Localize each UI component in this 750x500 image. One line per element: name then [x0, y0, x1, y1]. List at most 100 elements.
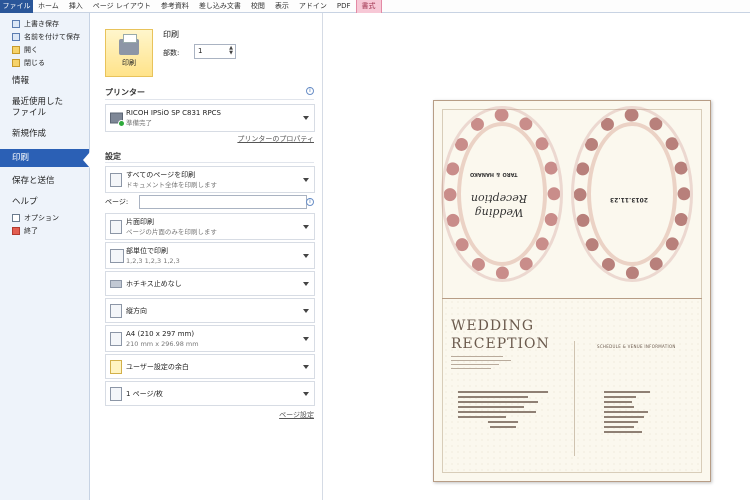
nav-options[interactable]: オプション: [0, 211, 89, 224]
printer-ready-icon: [118, 120, 125, 127]
heading-wedding: WEDDING: [451, 318, 535, 334]
paper-size-dropdown[interactable]: A4 (210 x 297 mm) 210 mm x 296.98 mm: [105, 325, 315, 352]
printer-divider: [105, 99, 314, 100]
collate-icon: [110, 248, 124, 263]
orientation-dropdown[interactable]: 縦方向: [105, 298, 315, 323]
print-preview-area: TARO ＆ HANAKO Wedding Reception 2013.11.…: [324, 13, 750, 500]
wedding-date: 2013.11.23: [610, 196, 648, 203]
schedule-text-lines: [604, 391, 654, 436]
exit-icon: [12, 226, 20, 235]
message-text-lines: [458, 391, 558, 431]
nav-save-send[interactable]: 保存と送信: [0, 173, 89, 190]
folder-close-icon: [12, 58, 20, 67]
nav-open[interactable]: 開く: [0, 43, 89, 56]
printer-info-icon[interactable]: i: [306, 87, 314, 95]
paper-size-sub: 210 mm x 296.98 mm: [126, 339, 199, 348]
tab-format[interactable]: 書式: [355, 0, 382, 13]
fold-line: [442, 298, 702, 299]
collate-sub: 1,2,3 1,2,3 1,2,3: [126, 256, 180, 265]
printer-heading: プリンター: [105, 88, 145, 97]
pages-input[interactable]: [139, 195, 307, 209]
document-icon: [110, 172, 122, 187]
chevron-down-icon: [303, 224, 309, 229]
nav-save[interactable]: 上書き保存: [0, 17, 89, 30]
orientation-label: 縦方向: [126, 306, 147, 315]
chevron-down-icon: [303, 364, 309, 369]
folder-open-icon: [12, 45, 20, 54]
tab-addins[interactable]: アドイン: [294, 0, 332, 13]
nav-save-as-label: 名前を付けて保存: [24, 32, 80, 41]
print-settings-pane: 印刷 印刷 部数: 1 ▲ ▼ プリンター i RICOH IPSiO SP C8…: [91, 13, 323, 500]
tab-view[interactable]: 表示: [270, 0, 294, 13]
print-title: 印刷: [163, 30, 179, 39]
nav-save-as[interactable]: 名前を付けて保存: [0, 30, 89, 43]
pages-info-icon[interactable]: i: [306, 198, 314, 206]
sides-dropdown[interactable]: 片面印刷 ページの片面のみを印刷します: [105, 213, 315, 240]
chevron-down-icon: [303, 281, 309, 286]
nav-recent[interactable]: 最近使用した ファイル: [0, 94, 89, 122]
nav-exit[interactable]: 終了: [0, 224, 89, 237]
nav-options-label: オプション: [24, 213, 59, 222]
tab-mailings[interactable]: 差し込み文書: [194, 0, 246, 13]
tab-pdf[interactable]: PDF: [332, 0, 356, 13]
settings-heading: 設定: [105, 152, 121, 161]
save-icon: [12, 19, 20, 28]
flower-wreath-right: [574, 109, 690, 279]
stapler-icon: [110, 279, 122, 288]
wedding-script: Wedding Reception: [470, 192, 528, 219]
tab-references[interactable]: 参考資料: [156, 0, 194, 13]
copies-input[interactable]: 1 ▲ ▼: [194, 44, 236, 59]
staple-dropdown[interactable]: ホチキス止めなし: [105, 271, 315, 296]
nav-help[interactable]: ヘルプ: [0, 194, 89, 211]
tab-file[interactable]: ファイル: [0, 0, 33, 13]
options-icon: [12, 213, 20, 222]
nav-recent-label: 最近使用した: [12, 97, 64, 107]
page-setup-link[interactable]: ページ設定: [279, 410, 314, 420]
ribbon-tab-bar: ファイル ホーム 挿入 ページ レイアウト 参考資料 差し込み文書 校閲 表示 …: [0, 0, 750, 13]
chevron-down-icon: [303, 116, 309, 120]
collate-label: 部単位で印刷: [126, 246, 168, 255]
portrait-icon: [110, 303, 122, 318]
staple-label: ホチキス止めなし: [126, 279, 182, 288]
preview-page: TARO ＆ HANAKO Wedding Reception 2013.11.…: [433, 100, 711, 482]
nav-new[interactable]: 新規作成: [0, 126, 89, 143]
settings-divider: [105, 162, 314, 163]
save-as-icon: [12, 32, 20, 41]
copies-spinner[interactable]: ▲ ▼: [228, 46, 234, 57]
printer-dropdown[interactable]: RICOH IPSiO SP C831 RPCS 準備完了: [105, 104, 315, 132]
single-sided-icon: [110, 219, 122, 234]
nav-close-label: 閉じる: [24, 58, 45, 67]
tab-page-layout[interactable]: ページ レイアウト: [88, 0, 156, 13]
collate-dropdown[interactable]: 部単位で印刷 1,2,3 1,2,3 1,2,3: [105, 242, 315, 269]
print-range-dropdown[interactable]: すべてのページを印刷 ドキュメント全体を印刷します: [105, 166, 315, 193]
heading-reception: RECEPTION: [451, 336, 550, 352]
nav-close[interactable]: 閉じる: [0, 56, 89, 69]
print-button[interactable]: 印刷: [105, 29, 153, 77]
print-button-label: 印刷: [122, 59, 136, 67]
copies-value: 1: [198, 47, 203, 55]
pages-label: ページ:: [105, 198, 129, 206]
nav-info[interactable]: 情報: [0, 73, 89, 90]
page-per-sheet-icon: [110, 386, 122, 401]
chevron-down-icon: [303, 253, 309, 258]
sides-label: 片面印刷: [126, 217, 154, 226]
tab-home[interactable]: ホーム: [33, 0, 64, 13]
nav-save-label: 上書き保存: [24, 19, 59, 28]
printer-properties-link[interactable]: プリンターのプロパティ: [237, 134, 314, 144]
pages-row: ページ:: [105, 195, 315, 209]
chevron-down-icon: [303, 391, 309, 396]
printer-name: RICOH IPSiO SP C831 RPCS: [126, 109, 222, 117]
copies-label: 部数:: [163, 49, 180, 57]
nav-exit-label: 終了: [24, 226, 38, 235]
tab-review[interactable]: 校閲: [246, 0, 270, 13]
backstage-nav: 上書き保存 名前を付けて保存 開く 閉じる 情報 最近使用した ファイル 新規作成…: [0, 13, 90, 500]
pages-per-sheet-dropdown[interactable]: 1 ページ/枚: [105, 381, 315, 406]
chevron-down-icon: [303, 177, 309, 182]
tab-insert[interactable]: 挿入: [64, 0, 88, 13]
margins-dropdown[interactable]: ユーザー設定の余白: [105, 354, 315, 379]
sides-sub: ページの片面のみを印刷します: [126, 227, 217, 236]
nav-print[interactable]: 印刷: [0, 149, 90, 168]
print-range-label: すべてのページを印刷: [126, 170, 196, 179]
couple-names: TARO ＆ HANAKO: [470, 171, 518, 177]
chevron-down-icon: [303, 308, 309, 313]
